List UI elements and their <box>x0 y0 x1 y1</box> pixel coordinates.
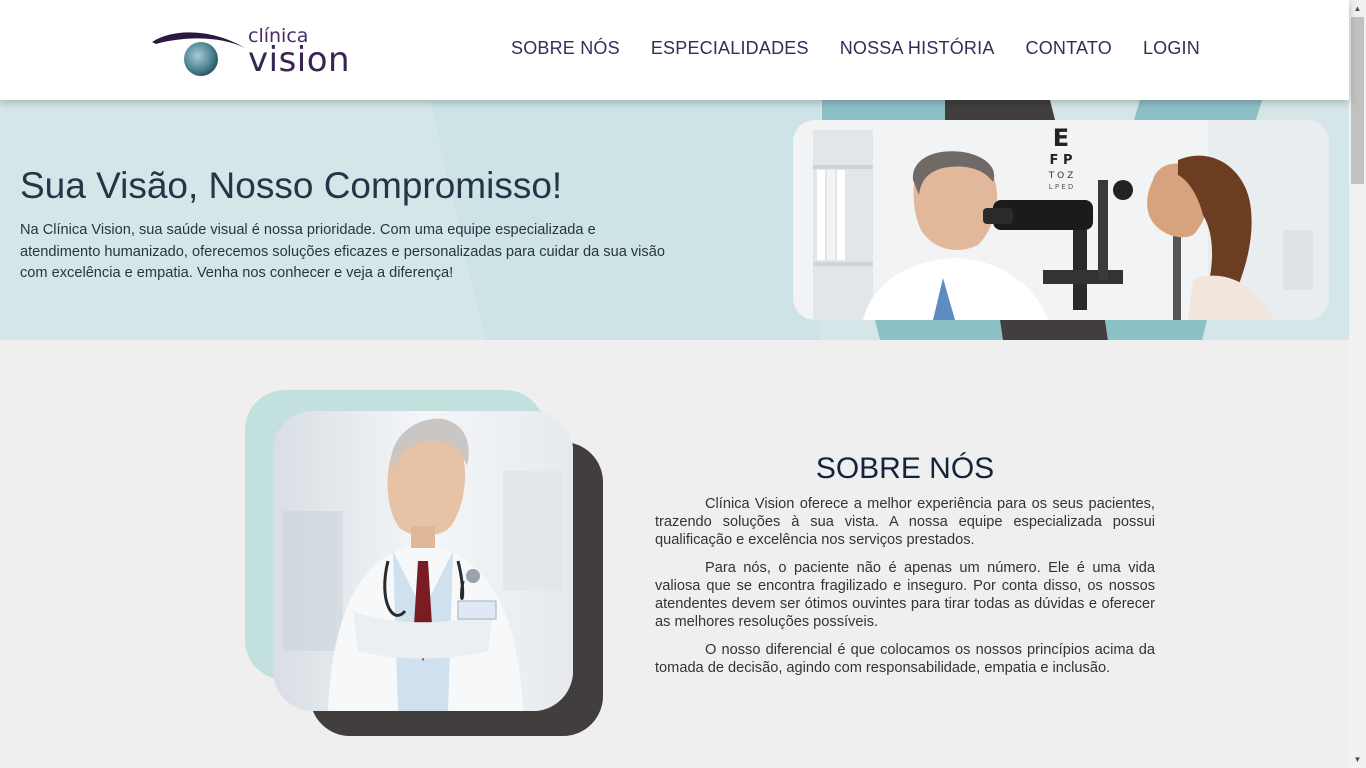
hero-description: Na Clínica Vision, sua saúde visual é no… <box>20 222 665 281</box>
eye-chart-row-1: E <box>1053 124 1069 152</box>
eye-chart-row-2: F P <box>1050 153 1073 168</box>
about-paragraph-3: O nosso diferencial é que colocamos os n… <box>655 642 1155 676</box>
scroll-up-arrow-icon[interactable]: ▲ <box>1349 0 1366 17</box>
hero-title: Sua Visão, Nosso Compromisso! <box>20 165 563 206</box>
hero-eye-exam-photo: E F P T O Z L P E D <box>793 120 1329 320</box>
eye-chart-row-4: L P E D <box>1049 183 1074 191</box>
about-body: Clínica Vision oferece a melhor experiên… <box>655 495 1155 687</box>
logo-text-big: vision <box>248 40 351 80</box>
clinic-logo[interactable]: clínica vision <box>150 22 350 82</box>
eye-logo-icon <box>152 32 245 76</box>
site-header: clínica vision SOBRE NÓS ESPECIALIDADES … <box>0 0 1349 100</box>
nav-login[interactable]: LOGIN <box>1143 38 1200 59</box>
doctor-photo <box>273 411 573 711</box>
nav-nossa-historia[interactable]: NOSSA HISTÓRIA <box>840 38 995 59</box>
nav-contato[interactable]: CONTATO <box>1026 38 1112 59</box>
page-scrollbar[interactable]: ▲ ▼ <box>1349 0 1366 768</box>
eye-chart-row-3: T O Z <box>1048 171 1073 181</box>
about-title: SOBRE NÓS <box>815 452 995 485</box>
main-nav: SOBRE NÓS ESPECIALIDADES NOSSA HISTÓRIA … <box>511 38 1200 59</box>
about-paragraph-1: Clínica Vision oferece a melhor experiên… <box>655 496 1155 548</box>
scrollbar-thumb[interactable] <box>1351 17 1364 184</box>
scroll-down-arrow-icon[interactable]: ▼ <box>1349 751 1366 768</box>
hero-section: Sua Visão, Nosso Compromisso! Na Clínica… <box>0 100 1349 340</box>
nav-especialidades[interactable]: ESPECIALIDADES <box>651 38 809 59</box>
nav-sobre-nos[interactable]: SOBRE NÓS <box>511 38 620 59</box>
about-paragraph-2: Para nós, o paciente não é apenas um núm… <box>655 560 1155 630</box>
